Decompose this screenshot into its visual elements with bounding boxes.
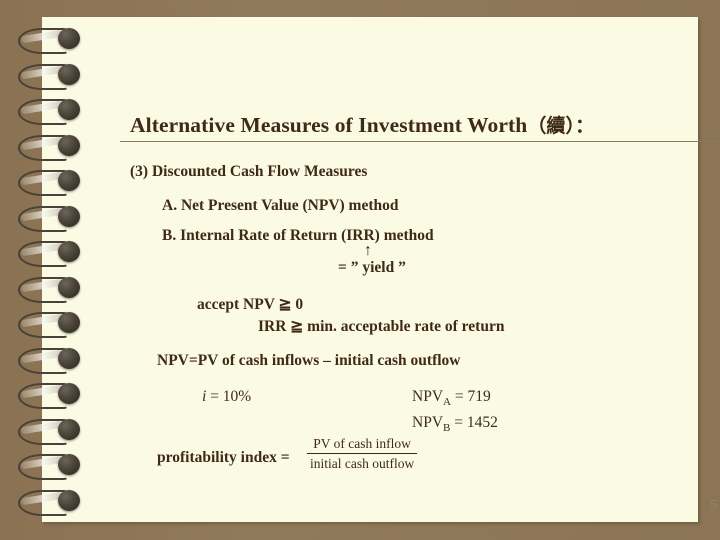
profitability-index-label: profitability index = (157, 449, 290, 466)
npv-a-result: NPVA = 719 (412, 388, 491, 408)
accept-rule-irr: IRR ≧ min. acceptable rate of return (258, 318, 505, 335)
up-arrow-icon: ↑ (364, 242, 372, 259)
npv-definition: NPV=PV of cash inflows – initial cash ou… (157, 352, 461, 369)
yield-annotation: = ” yield ” (338, 259, 406, 276)
title-colon: ： (575, 115, 595, 138)
npv-b-value: = 1452 (454, 414, 498, 431)
fraction-denominator: initial cash outflow (310, 456, 415, 472)
list-item-npv-method: A. Net Present Value (NPV) method (162, 197, 399, 214)
page-number: 5 (710, 498, 717, 513)
interest-rate-symbol: i (202, 388, 207, 405)
list-item-irr-method: B. Internal Rate of Return (IRR) method (162, 227, 434, 244)
npv-b-label: NPV (412, 414, 444, 431)
fraction-numerator: PV of cash inflow (313, 436, 411, 451)
heading-discounted-cash-flow-measures: (3) Discounted Cash Flow Measures (130, 163, 368, 180)
slide-page: Alternative Measures of Investment Worth… (42, 17, 720, 522)
npv-a-value: = 719 (454, 388, 491, 405)
slide-canvas: Alternative Measures of Investment Worth… (0, 0, 720, 540)
profitability-index-fraction: PV of cash inflow initial cash outflow (307, 436, 418, 473)
fraction-bar (307, 453, 418, 455)
title-cjk-suffix: （續） (527, 115, 576, 138)
interest-rate-value: = 10% (210, 388, 252, 405)
npv-a-subscript: A (443, 396, 451, 409)
npv-b-result: NPVB = 1452 (412, 414, 498, 434)
title-main-text: Alternative Measures of Investment Worth (130, 113, 528, 138)
page-title: Alternative Measures of Investment Worth… (130, 111, 720, 138)
npv-a-label: NPV (412, 388, 444, 405)
title-divider (120, 141, 720, 142)
accept-rule-npv: accept NPV ≧ 0 (197, 296, 304, 313)
npv-b-subscript: B (443, 422, 451, 435)
interest-rate-assumption: i = 10% (202, 388, 251, 406)
